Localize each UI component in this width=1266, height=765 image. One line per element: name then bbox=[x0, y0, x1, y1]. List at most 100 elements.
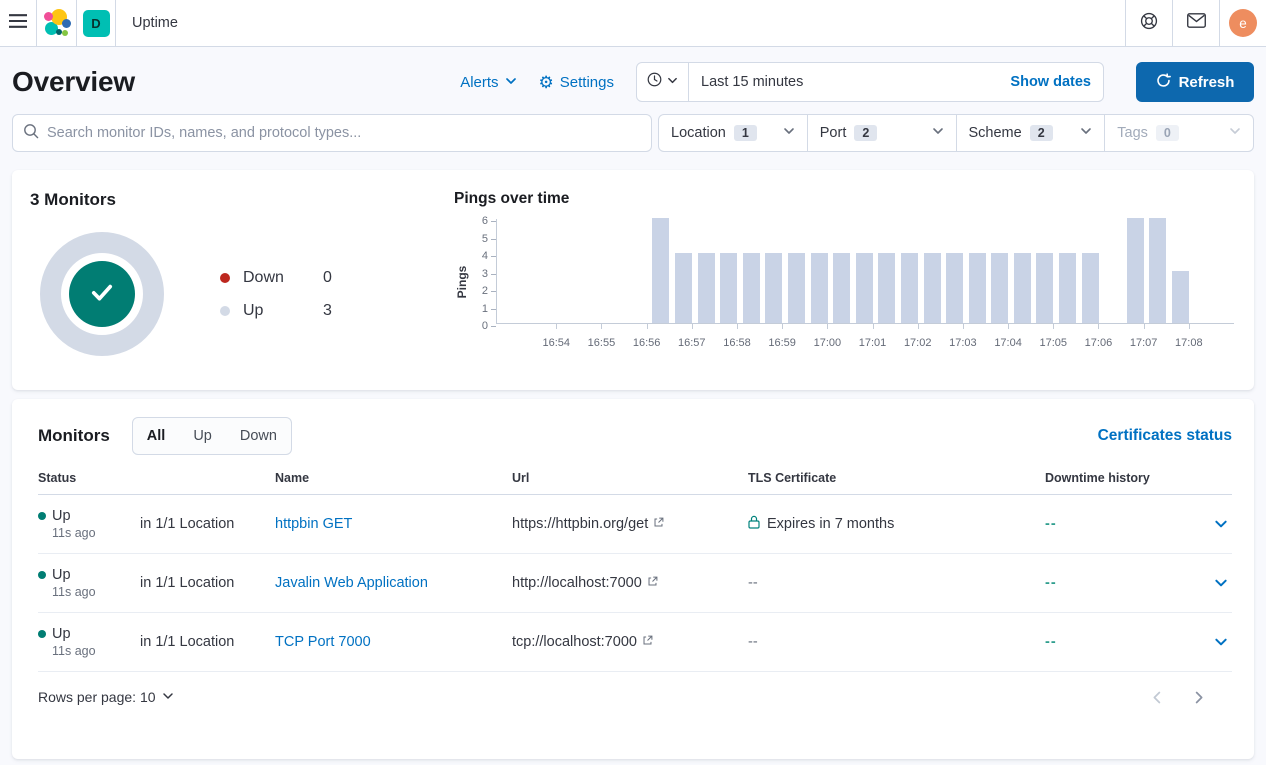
pings-bar bbox=[924, 253, 941, 323]
chevron-down-icon bbox=[1229, 125, 1241, 141]
rows-per-page-label: Rows per page: 10 bbox=[38, 689, 156, 705]
show-dates-button[interactable]: Show dates bbox=[998, 74, 1103, 90]
col-tls: TLS Certificate bbox=[748, 471, 1045, 485]
deployment-badge[interactable]: D bbox=[83, 10, 110, 37]
filter-scheme[interactable]: Scheme 2 bbox=[957, 115, 1106, 151]
col-name: Name bbox=[275, 471, 512, 485]
certificates-status-link[interactable]: Certificates status bbox=[1098, 427, 1232, 445]
x-tick-label: 17:04 bbox=[994, 337, 1022, 349]
monitor-url[interactable]: https://httpbin.org/get bbox=[512, 516, 648, 532]
x-tick-mark bbox=[1053, 324, 1054, 329]
deployment-menu[interactable]: D bbox=[77, 0, 116, 46]
tab-down[interactable]: Down bbox=[226, 418, 291, 454]
help-menu-button[interactable] bbox=[1125, 0, 1172, 46]
monitor-name-link[interactable]: TCP Port 7000 bbox=[275, 634, 371, 650]
x-tick-label: 17:07 bbox=[1130, 337, 1158, 349]
filter-location[interactable]: Location 1 bbox=[659, 115, 808, 151]
expand-row-button[interactable] bbox=[1210, 572, 1232, 594]
chevron-down-icon bbox=[162, 689, 174, 705]
x-tick-label: 17:01 bbox=[859, 337, 887, 349]
x-tick-label: 16:58 bbox=[723, 337, 751, 349]
expand-row-button[interactable] bbox=[1210, 631, 1232, 653]
pings-bar bbox=[1172, 271, 1189, 324]
settings-link[interactable]: ⚙ Settings bbox=[539, 74, 614, 91]
pings-bar bbox=[720, 253, 737, 323]
elastic-logo-icon bbox=[43, 9, 71, 37]
hamburger-menu-button[interactable] bbox=[0, 0, 37, 46]
y-tick-label: 3 bbox=[482, 268, 488, 280]
filter-tags-label: Tags bbox=[1117, 125, 1148, 141]
monitor-url[interactable]: tcp://localhost:7000 bbox=[512, 634, 637, 650]
pings-bar bbox=[1127, 218, 1144, 323]
alerts-dropdown[interactable]: Alerts bbox=[460, 74, 516, 91]
status-text: Up bbox=[52, 626, 71, 642]
filter-port-label: Port bbox=[820, 125, 847, 141]
expand-row-button[interactable] bbox=[1210, 513, 1232, 535]
filter-location-label: Location bbox=[671, 125, 726, 141]
up-status-dot bbox=[38, 630, 46, 638]
pings-bar bbox=[991, 253, 1008, 323]
avatar[interactable]: e bbox=[1229, 9, 1257, 37]
pings-plot bbox=[496, 219, 1234, 324]
monitors-title: Monitors bbox=[38, 426, 110, 446]
legend-down-label: Down bbox=[243, 269, 323, 287]
pings-bar bbox=[698, 253, 715, 323]
rows-per-page-button[interactable]: Rows per page: 10 bbox=[38, 689, 174, 705]
monitor-name-link[interactable]: httpbin GET bbox=[275, 516, 352, 532]
pings-y-axis: 0123456 bbox=[470, 219, 496, 324]
col-url: Url bbox=[512, 471, 748, 485]
monitor-name-link[interactable]: Javalin Web Application bbox=[275, 575, 428, 591]
col-status: Status bbox=[38, 471, 140, 485]
search-icon bbox=[23, 123, 39, 144]
search-input[interactable] bbox=[47, 125, 641, 141]
app-header: D Uptime e bbox=[0, 0, 1266, 47]
x-tick-mark bbox=[827, 324, 828, 329]
x-tick-label: 17:05 bbox=[1039, 337, 1067, 349]
date-quick-menu-button[interactable] bbox=[637, 63, 689, 101]
breadcrumb[interactable]: Uptime bbox=[116, 0, 178, 46]
up-dot-icon bbox=[220, 306, 230, 316]
chevron-down-icon bbox=[505, 74, 517, 91]
time-range-value[interactable]: Last 15 minutes bbox=[689, 74, 998, 90]
filter-tags: Tags 0 bbox=[1105, 115, 1253, 151]
x-tick-mark bbox=[918, 324, 919, 329]
user-menu-button[interactable]: e bbox=[1219, 0, 1266, 46]
table-row: Up 11s ago in 1/1 Location httpbin GET h… bbox=[38, 495, 1232, 554]
x-tick-mark bbox=[737, 324, 738, 329]
chevron-down-icon bbox=[667, 73, 678, 91]
pings-bar bbox=[788, 253, 805, 323]
pings-bar bbox=[811, 253, 828, 323]
table-header: Status Name Url TLS Certificate Downtime… bbox=[38, 471, 1232, 495]
refresh-label: Refresh bbox=[1179, 74, 1235, 91]
hamburger-icon bbox=[9, 14, 27, 33]
settings-label: Settings bbox=[560, 74, 614, 91]
check-icon bbox=[85, 275, 119, 314]
filter-tags-count-badge: 0 bbox=[1156, 125, 1179, 141]
y-tick-label: 5 bbox=[482, 233, 488, 245]
newsfeed-button[interactable] bbox=[1172, 0, 1219, 46]
tab-all[interactable]: All bbox=[133, 418, 180, 454]
pings-chart-title: Pings over time bbox=[454, 190, 1236, 208]
filter-port[interactable]: Port 2 bbox=[808, 115, 957, 151]
lock-icon bbox=[748, 515, 760, 533]
pings-bar bbox=[743, 253, 760, 323]
refresh-button[interactable]: Refresh bbox=[1136, 62, 1254, 102]
pings-bar bbox=[1014, 253, 1031, 323]
table-row: Up 11s ago in 1/1 Location Javalin Web A… bbox=[38, 554, 1232, 613]
elastic-logo[interactable] bbox=[37, 0, 77, 46]
y-tick-label: 4 bbox=[482, 250, 488, 262]
x-tick-label: 17:02 bbox=[904, 337, 932, 349]
x-tick-mark bbox=[873, 324, 874, 329]
x-tick-label: 17:03 bbox=[949, 337, 977, 349]
tab-up[interactable]: Up bbox=[179, 418, 226, 454]
pings-bar bbox=[946, 253, 963, 323]
status-donut-chart bbox=[40, 232, 164, 356]
pings-bar bbox=[1059, 253, 1076, 323]
y-tick-label: 0 bbox=[482, 320, 488, 332]
chevron-down-icon bbox=[1080, 125, 1092, 141]
filter-location-count-badge: 1 bbox=[734, 125, 757, 141]
previous-page-button[interactable] bbox=[1150, 690, 1165, 705]
next-page-button[interactable] bbox=[1191, 690, 1206, 705]
status-text: Up bbox=[52, 567, 71, 583]
monitor-url[interactable]: http://localhost:7000 bbox=[512, 575, 642, 591]
